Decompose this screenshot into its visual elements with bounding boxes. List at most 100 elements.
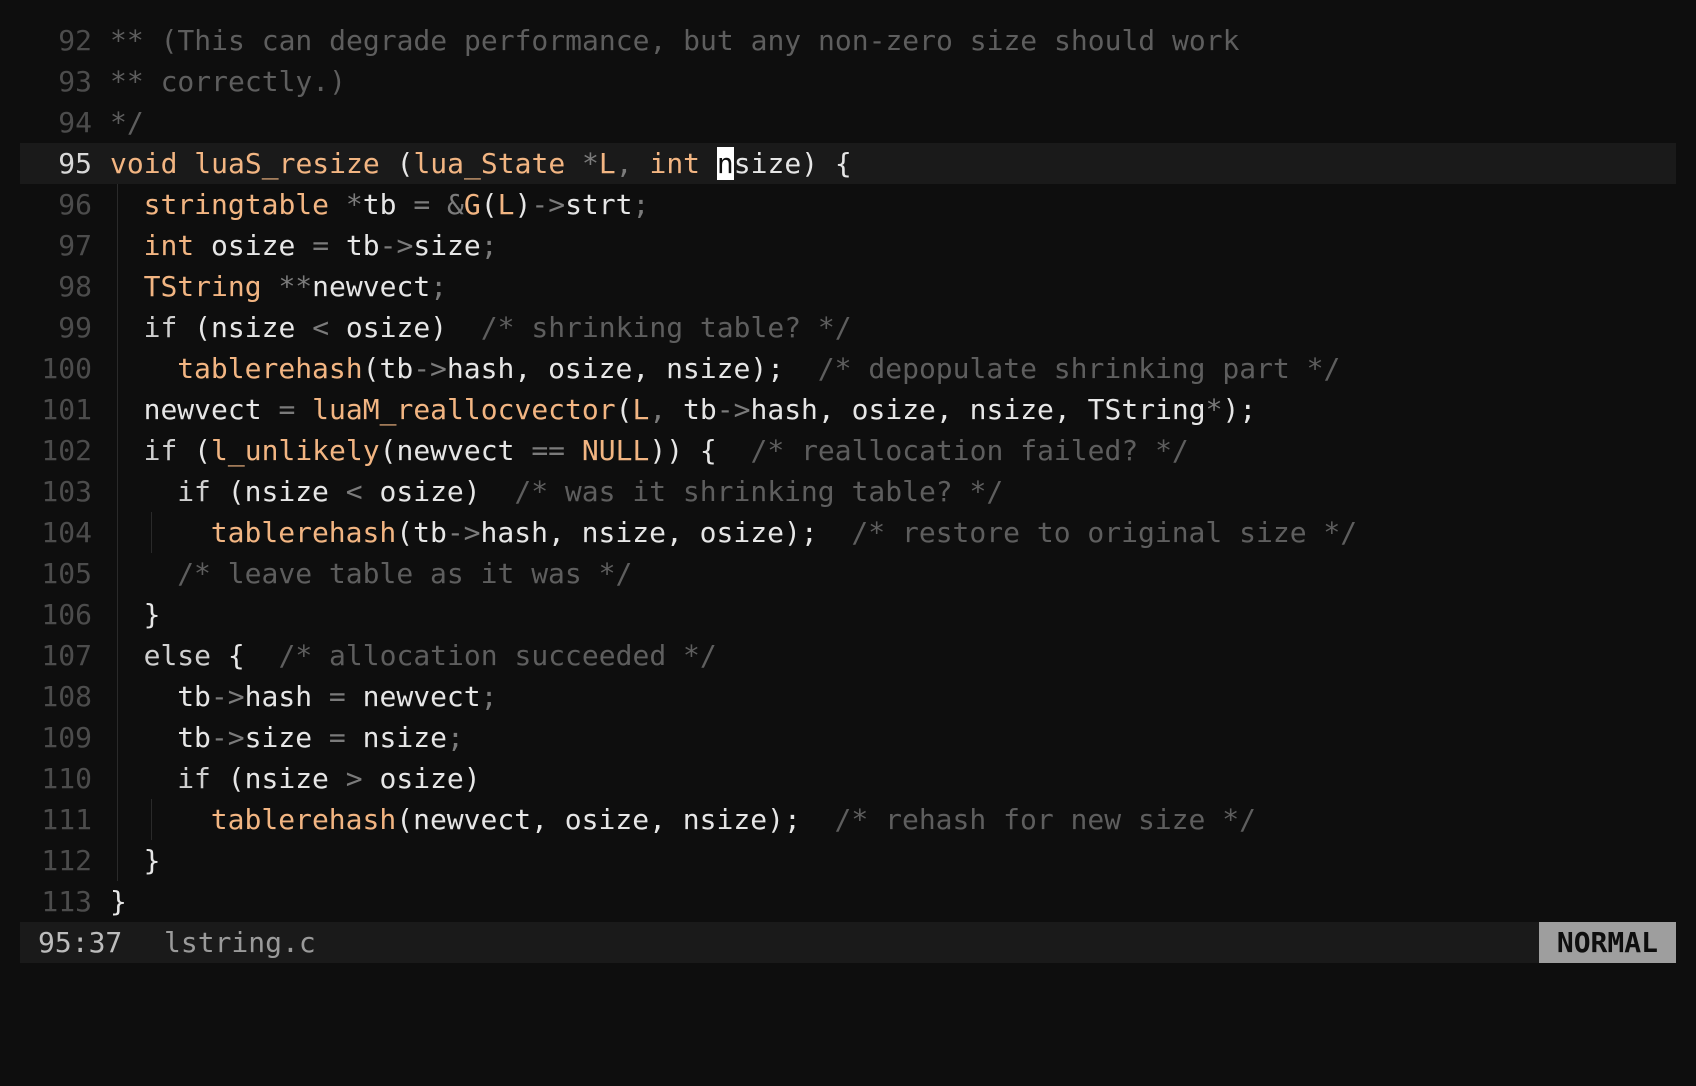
code-token: tablerehash <box>210 803 397 836</box>
code-token: /* allocation succeeded */ <box>278 639 717 672</box>
code-token: , <box>615 147 650 180</box>
indent-guide <box>117 512 118 553</box>
code-token: * <box>582 147 599 180</box>
code-token: ) <box>514 188 532 221</box>
line-number: 96 <box>58 188 92 221</box>
code-line[interactable]: 105 /* leave table as it was */ <box>20 553 1676 594</box>
code-token: ; <box>480 680 498 713</box>
code-token: stringtable <box>143 188 346 221</box>
indent-guide <box>117 758 118 799</box>
indent-guide <box>117 307 118 348</box>
code-token: } <box>143 598 161 631</box>
code-token: == <box>531 434 582 467</box>
code-token: int <box>649 147 717 180</box>
code-token: lua_State <box>413 147 583 180</box>
code-token: ; <box>446 721 464 754</box>
text-cursor: n <box>716 147 734 180</box>
code-token: ( <box>480 188 498 221</box>
code-line[interactable]: 103 if (nsize < osize) /* was it shrinkin… <box>20 471 1676 512</box>
code-text: } <box>110 881 127 922</box>
code-token: osize <box>211 229 313 262</box>
code-line[interactable]: 96 stringtable *tb = &G(L)->strt; <box>20 184 1676 225</box>
indent-guide <box>117 594 118 635</box>
line-number: 110 <box>41 762 92 795</box>
code-token: < <box>312 311 346 344</box>
code-text: tablerehash(tb->hash, nsize, osize); /* … <box>211 512 1357 553</box>
code-text: else { /* allocation succeeded */ <box>144 635 717 676</box>
code-token: hash, osize, nsize, TString <box>750 393 1206 426</box>
code-token: -> <box>413 352 447 385</box>
code-token: if <box>143 434 195 467</box>
line-number: 92 <box>58 24 92 57</box>
code-text: int osize = tb->size; <box>144 225 498 266</box>
code-text: ** (This can degrade performance, but an… <box>110 20 1239 61</box>
code-line[interactable]: 110 if (nsize > osize) <box>20 758 1676 799</box>
code-token: luaS_resize <box>194 147 397 180</box>
code-line[interactable]: 106} <box>20 594 1676 635</box>
code-line[interactable]: 108 tb->hash = newvect; <box>20 676 1676 717</box>
code-text: */ <box>110 102 144 143</box>
code-text: tablerehash(tb->hash, osize, nsize); /* … <box>177 348 1340 389</box>
file-name: lstring.c <box>164 926 316 959</box>
code-token: ** (This can degrade performance, but an… <box>110 24 1240 57</box>
code-line[interactable]: 92 ** (This can degrade performance, but … <box>20 20 1676 61</box>
code-token: ** correctly.) <box>110 65 347 98</box>
code-token: (newvect <box>379 434 532 467</box>
code-token: } <box>143 844 161 877</box>
line-number: 106 <box>41 598 92 631</box>
indent-guide <box>117 799 118 840</box>
code-token: ** <box>278 270 313 303</box>
code-line[interactable]: 102 if (l_unlikely(newvect == NULL)) { /*… <box>20 430 1676 471</box>
code-token: tb <box>177 721 211 754</box>
code-token: ; <box>480 229 498 262</box>
code-token: l_unlikely <box>211 434 380 467</box>
code-token: tb <box>683 393 717 426</box>
indent-guide <box>117 676 118 717</box>
code-token: (tb <box>396 516 447 549</box>
line-number: 101 <box>41 393 92 426</box>
code-token: L <box>632 393 650 426</box>
line-number: 95 <box>58 147 92 180</box>
code-token: /* was it shrinking table? */ <box>514 475 1004 508</box>
code-token: TString <box>143 270 279 303</box>
code-line[interactable]: 98 TString **newvect; <box>20 266 1676 307</box>
code-token: = <box>328 721 363 754</box>
code-line[interactable]: 94 */ <box>20 102 1676 143</box>
code-line[interactable]: 100 tablerehash(tb->hash, osize, nsize); … <box>20 348 1676 389</box>
indent-guide <box>117 266 118 307</box>
code-line[interactable]: 109 tb->size = nsize; <box>20 717 1676 758</box>
code-line[interactable]: 113} <box>20 881 1676 922</box>
code-line[interactable]: 111 tablerehash(newvect, osize, nsize); /… <box>20 799 1676 840</box>
code-token: if <box>177 762 228 795</box>
indent-guide <box>117 389 118 430</box>
code-line[interactable]: 97 int osize = tb->size; <box>20 225 1676 266</box>
indent-guide <box>117 471 118 512</box>
code-token: NULL <box>581 434 650 467</box>
code-line[interactable]: 99 if (nsize < osize) /* shrinking table?… <box>20 307 1676 348</box>
code-token: tb <box>362 188 414 221</box>
code-line[interactable]: 93 ** correctly.) <box>20 61 1676 102</box>
code-line[interactable]: 95 void luaS_resize (lua_State *L, int ns… <box>20 143 1676 184</box>
code-token: newvect <box>312 270 431 303</box>
code-token: )) { <box>649 434 751 467</box>
line-number: 93 <box>58 65 92 98</box>
code-token: osize) <box>379 475 515 508</box>
code-text: newvect = luaM_reallocvector(L, tb->hash… <box>144 389 1257 430</box>
code-token: L <box>497 188 515 221</box>
line-number: 108 <box>41 680 92 713</box>
code-token: hash <box>244 680 329 713</box>
code-line[interactable]: 107 else { /* allocation succeeded */ <box>20 635 1676 676</box>
code-line[interactable]: 104 tablerehash(tb->hash, nsize, osize); … <box>20 512 1676 553</box>
code-token: tb <box>177 680 211 713</box>
line-number: 105 <box>41 557 92 590</box>
code-line[interactable]: 112} <box>20 840 1676 881</box>
code-line[interactable]: 101 newvect = luaM_reallocvector(L, tb->h… <box>20 389 1676 430</box>
code-text: ** correctly.) <box>110 61 346 102</box>
code-editor[interactable]: 92 ** (This can degrade performance, but … <box>20 20 1676 922</box>
indent-guide <box>117 717 118 758</box>
code-token: /* reallocation failed? */ <box>750 434 1189 467</box>
code-token: * <box>1205 393 1223 426</box>
code-text: stringtable *tb = &G(L)->strt; <box>144 184 650 225</box>
code-token: (nsize <box>227 762 346 795</box>
code-token: -> <box>210 721 245 754</box>
